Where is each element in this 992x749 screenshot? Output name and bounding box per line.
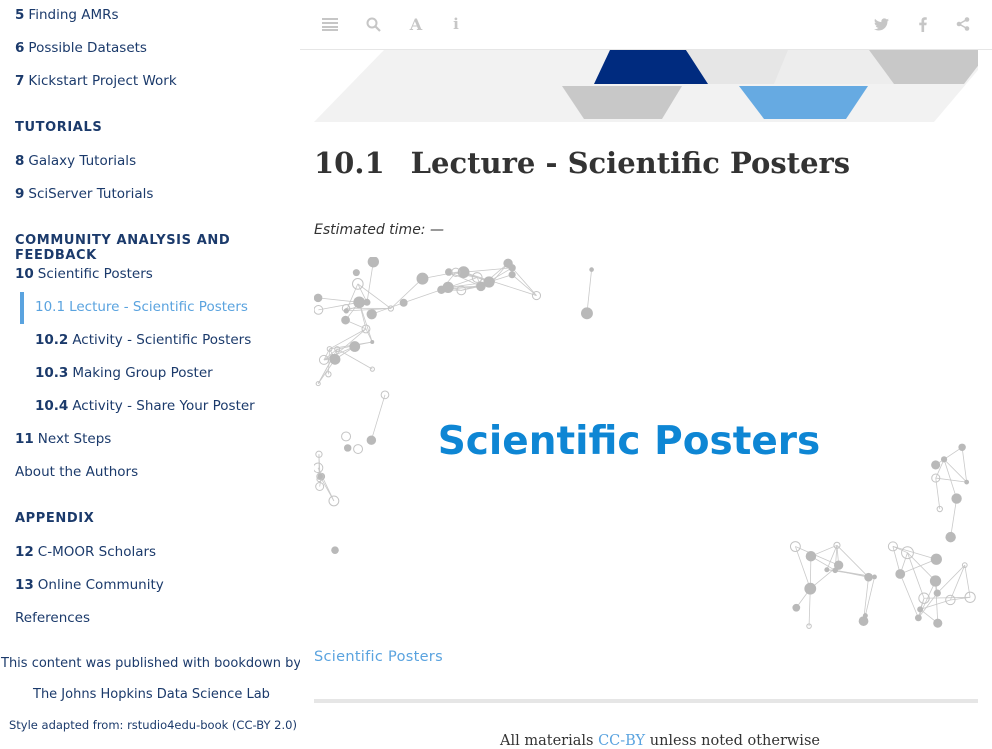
search-icon[interactable] <box>363 14 383 34</box>
slide-caption-link[interactable]: Scientific Posters <box>314 649 443 665</box>
license-note: All materials CC-BY unless noted otherwi… <box>500 733 820 749</box>
sidebar-item-label: SciServer Tutorials <box>28 186 153 202</box>
share-icon[interactable] <box>953 14 973 34</box>
cc-by-link[interactable]: CC-BY <box>598 733 645 749</box>
sidebar-item-label: Finding AMRs <box>28 7 118 23</box>
sidebar-item-cmoor-scholars[interactable]: 12C-MOOR Scholars <box>15 544 156 560</box>
sidebar-item-next-steps[interactable]: 11Next Steps <box>15 431 111 447</box>
toggle-sidebar-icon[interactable] <box>320 14 340 34</box>
sidebar-item-references[interactable]: References <box>15 610 90 626</box>
sidebar-item-sciserver-tutorials[interactable]: 9SciServer Tutorials <box>15 186 153 202</box>
sidebar-item-kickstart-project-work[interactable]: 7Kickstart Project Work <box>15 73 177 89</box>
lab-link[interactable]: The Johns Hopkins Data Science Lab <box>33 687 270 702</box>
sidebar-item-possible-datasets[interactable]: 6Possible Datasets <box>15 40 147 56</box>
sidebar-item-scientific-posters[interactable]: 10Scientific Posters <box>15 266 153 282</box>
header-banner-graphic <box>314 50 978 122</box>
sidebar: 5Finding AMRs 6Possible Datasets 7Kickst… <box>0 0 300 744</box>
facebook-icon[interactable] <box>913 14 933 34</box>
sidebar-item-label: Activity - Scientific Posters <box>72 332 251 348</box>
sidebar-item-label: Lecture - Scientific Posters <box>69 299 248 315</box>
book-toolbar: A i <box>300 0 992 50</box>
sidebar-item-label: Scientific Posters <box>38 266 153 282</box>
info-icon[interactable]: i <box>446 14 466 34</box>
active-item-indicator <box>20 292 24 324</box>
twitter-icon[interactable] <box>871 14 891 34</box>
main-content: 10.1Lecture - Scientific Posters Estimat… <box>300 50 992 744</box>
section-header-tutorials: TUTORIALS <box>15 120 102 135</box>
sidebar-item-label: Next Steps <box>38 431 112 447</box>
section-header-community: COMMUNITY ANALYSIS AND FEEDBACK <box>15 233 300 263</box>
slide-title: Scientific Posters <box>344 419 914 464</box>
sidebar-item-label: Kickstart Project Work <box>28 73 176 89</box>
sidebar-item-label: Possible Datasets <box>28 40 147 56</box>
sidebar-item-label: Making Group Poster <box>72 365 212 381</box>
footer-divider <box>314 699 978 703</box>
sidebar-item-about-authors[interactable]: About the Authors <box>15 464 138 480</box>
sidebar-item-label: Activity - Share Your Poster <box>72 398 254 414</box>
font-settings-icon[interactable]: A <box>406 14 426 34</box>
sidebar-item-lecture-scientific-posters[interactable]: 10.1Lecture - Scientific Posters <box>35 299 248 315</box>
section-header-appendix: APPENDIX <box>15 511 94 526</box>
published-note: This content was published with bookdown… <box>1 656 300 671</box>
sidebar-item-galaxy-tutorials[interactable]: 8Galaxy Tutorials <box>15 153 136 169</box>
slide-image: Scientific Posters <box>314 257 978 632</box>
sidebar-item-label: Galaxy Tutorials <box>28 153 136 169</box>
style-credit[interactable]: Style adapted from: rstudio4edu-book (CC… <box>9 718 297 732</box>
sidebar-item-label: Online Community <box>38 577 164 593</box>
sidebar-item-share-your-poster[interactable]: 10.4Activity - Share Your Poster <box>35 398 255 414</box>
sidebar-item-online-community[interactable]: 13Online Community <box>15 577 164 593</box>
estimated-time: Estimated time: — <box>314 222 444 238</box>
sidebar-item-activity-scientific-posters[interactable]: 10.2Activity - Scientific Posters <box>35 332 251 348</box>
sidebar-item-label: C-MOOR Scholars <box>38 544 156 560</box>
sidebar-item-finding-amrs[interactable]: 5Finding AMRs <box>15 7 119 23</box>
page-title: 10.1Lecture - Scientific Posters <box>314 146 850 180</box>
sidebar-item-making-group-poster[interactable]: 10.3Making Group Poster <box>35 365 213 381</box>
